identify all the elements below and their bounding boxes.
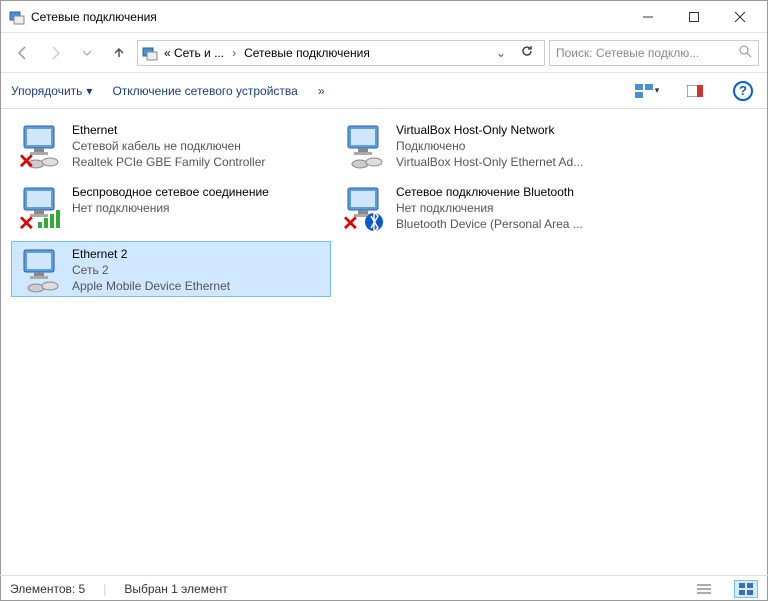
- disable-device-button[interactable]: Отключение сетевого устройства: [112, 84, 297, 98]
- view-options-button[interactable]: ▾: [633, 79, 661, 103]
- navigation-bar: « Сеть и ... › Сетевые подключения ⌄: [1, 33, 767, 73]
- connection-text: VirtualBox Host-Only NetworkПодключеноVi…: [396, 122, 583, 171]
- connection-item[interactable]: ✕ Беспроводное сетевое соединениеНет подк…: [11, 179, 331, 235]
- disable-label: Отключение сетевого устройства: [112, 84, 297, 98]
- connection-icon: ✕: [16, 184, 64, 232]
- search-input[interactable]: [556, 46, 732, 60]
- statusbar-divider: |: [103, 582, 106, 596]
- selection-count: Выбран 1 элемент: [124, 582, 227, 596]
- svg-text:✕: ✕: [18, 213, 35, 232]
- connection-name: VirtualBox Host-Only Network: [396, 122, 583, 138]
- more-commands[interactable]: »: [318, 84, 325, 98]
- maximize-button[interactable]: [671, 1, 717, 33]
- connection-text: EthernetСетевой кабель не подключенRealt…: [72, 122, 265, 171]
- svg-text:✕: ✕: [342, 213, 359, 232]
- connection-icon: ✕: [16, 122, 64, 170]
- window-title: Сетевые подключения: [31, 10, 625, 24]
- connection-name: Беспроводное сетевое соединение: [72, 184, 269, 200]
- back-button[interactable]: [9, 39, 37, 67]
- connection-device: VirtualBox Host-Only Ethernet Ad...: [396, 154, 583, 170]
- breadcrumb-sep: ›: [230, 46, 238, 60]
- location-icon: [142, 45, 158, 61]
- connection-text: Беспроводное сетевое соединениеНет подкл…: [72, 184, 269, 216]
- connection-text: Ethernet 2Сеть 2Apple Mobile Device Ethe…: [72, 246, 230, 295]
- connection-name: Ethernet 2: [72, 246, 230, 262]
- command-bar: Упорядочить ▾ Отключение сетевого устрой…: [1, 73, 767, 109]
- connection-item[interactable]: Ethernet 2Сеть 2Apple Mobile Device Ethe…: [11, 241, 331, 297]
- address-dropdown-icon[interactable]: ⌄: [492, 46, 510, 60]
- refresh-button[interactable]: [514, 44, 540, 61]
- recent-dropdown[interactable]: [73, 39, 101, 67]
- connection-device: Bluetooth Device (Personal Area ...: [396, 216, 583, 232]
- svg-text:✕: ✕: [18, 151, 35, 170]
- connection-status: Сетевой кабель не подключен: [72, 138, 265, 154]
- help-button[interactable]: ?: [729, 79, 757, 103]
- app-icon: [9, 9, 25, 25]
- connection-item[interactable]: ✕ EthernetСетевой кабель не подключенReal…: [11, 117, 331, 173]
- connection-item[interactable]: VirtualBox Host-Only NetworkПодключеноVi…: [335, 117, 655, 173]
- preview-pane-button[interactable]: [681, 79, 709, 103]
- chevron-down-icon: ▾: [86, 84, 92, 98]
- window-controls: [625, 1, 763, 33]
- connection-status: Нет подключения: [72, 200, 269, 216]
- search-icon: [738, 44, 752, 61]
- organize-menu[interactable]: Упорядочить ▾: [11, 84, 92, 98]
- connections-list: ✕ EthernetСетевой кабель не подключенReal…: [1, 109, 767, 574]
- connection-icon: [340, 122, 388, 170]
- status-bar: Элементов: 5 | Выбран 1 элемент: [0, 575, 768, 601]
- titlebar: Сетевые подключения: [1, 1, 767, 33]
- connection-name: Ethernet: [72, 122, 265, 138]
- search-box[interactable]: [549, 40, 759, 66]
- connection-device: Apple Mobile Device Ethernet: [72, 278, 230, 294]
- up-button[interactable]: [105, 39, 133, 67]
- forward-button[interactable]: [41, 39, 69, 67]
- connection-status: Подключено: [396, 138, 583, 154]
- details-view-button[interactable]: [692, 580, 716, 598]
- minimize-button[interactable]: [625, 1, 671, 33]
- breadcrumb-2[interactable]: Сетевые подключения: [242, 46, 372, 60]
- organize-label: Упорядочить: [11, 84, 82, 98]
- breadcrumb-1[interactable]: « Сеть и ...: [162, 46, 226, 60]
- connection-name: Сетевое подключение Bluetooth: [396, 184, 583, 200]
- connection-item[interactable]: ✕ Сетевое подключение BluetoothНет подклю…: [335, 179, 655, 235]
- item-count: Элементов: 5: [10, 582, 85, 596]
- tiles-view-button[interactable]: [734, 580, 758, 598]
- connection-status: Нет подключения: [396, 200, 583, 216]
- chevron-down-icon: ▾: [655, 85, 660, 96]
- connection-device: Realtek PCIe GBE Family Controller: [72, 154, 265, 170]
- connection-text: Сетевое подключение BluetoothНет подключ…: [396, 184, 583, 233]
- connection-icon: [16, 246, 64, 294]
- connection-icon: ✕: [340, 184, 388, 232]
- help-icon: ?: [733, 81, 753, 101]
- close-button[interactable]: [717, 1, 763, 33]
- connection-status: Сеть 2: [72, 262, 230, 278]
- address-bar[interactable]: « Сеть и ... › Сетевые подключения ⌄: [137, 40, 545, 66]
